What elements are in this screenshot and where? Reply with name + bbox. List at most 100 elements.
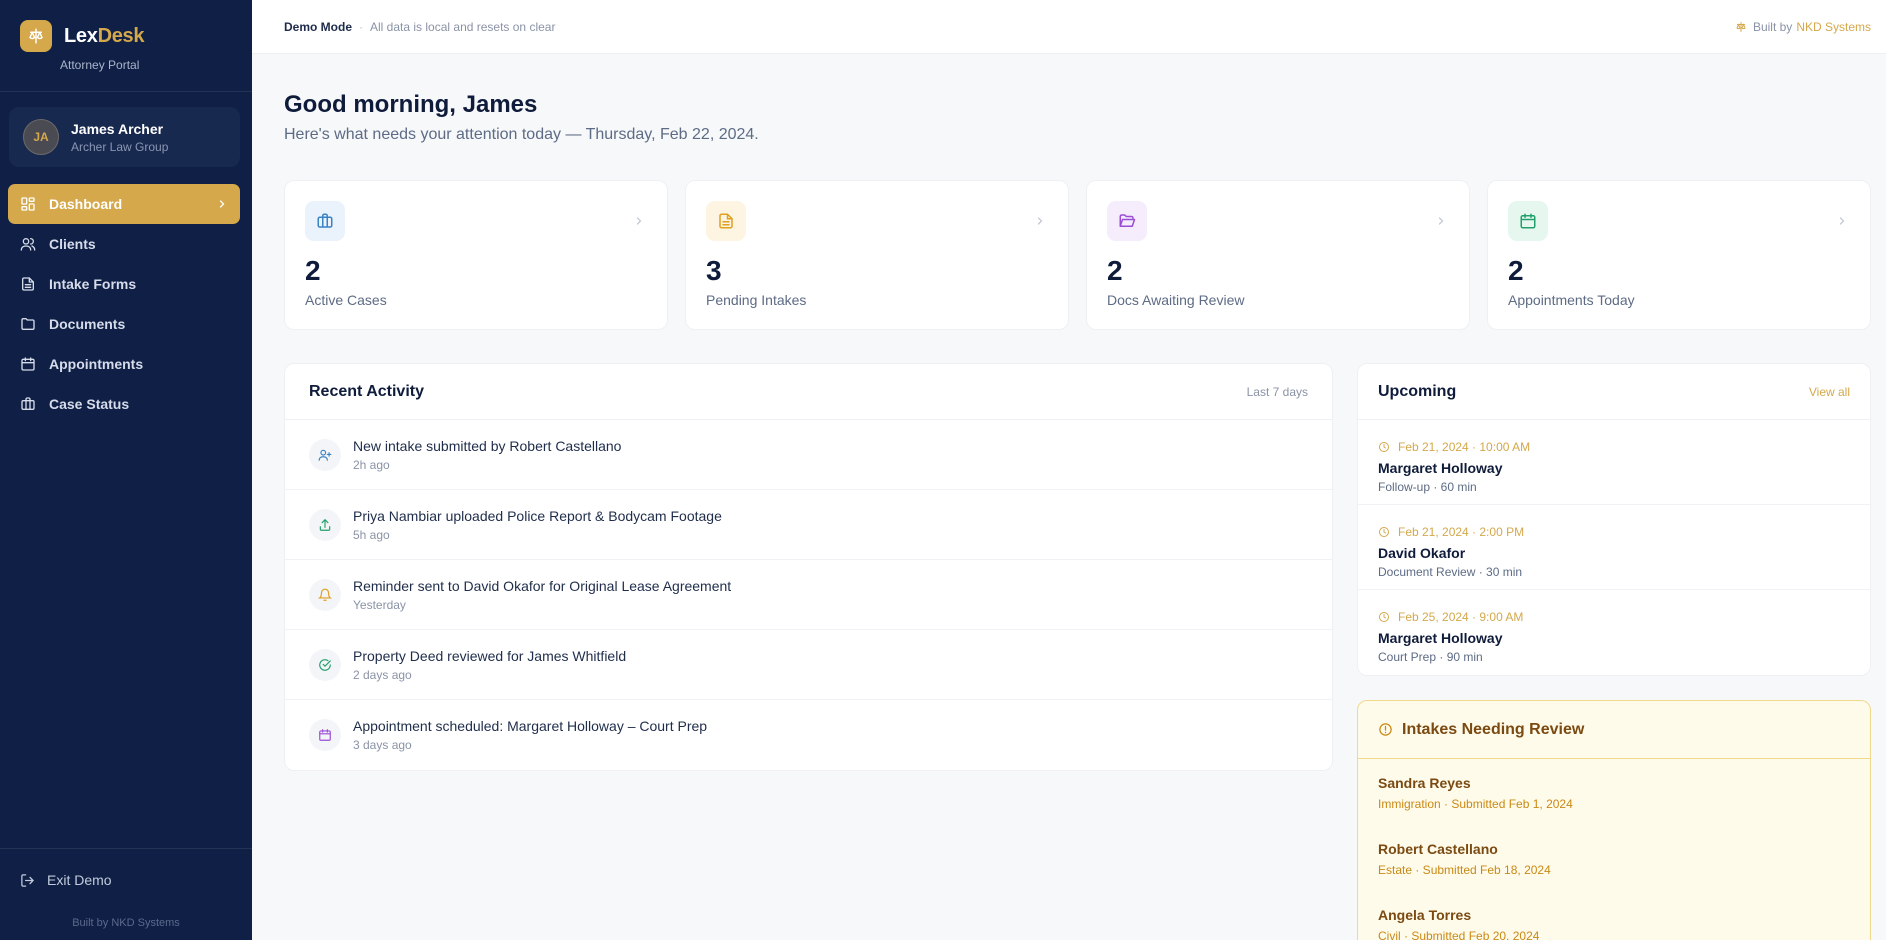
- activity-time: 2h ago: [353, 457, 390, 472]
- sidebar-item-documents[interactable]: Documents: [8, 304, 240, 344]
- activity-text: New intake submitted by Robert Castellan…: [353, 437, 622, 454]
- stat-card-docs-awaiting-review[interactable]: 2 Docs Awaiting Review: [1086, 180, 1470, 330]
- activity-range: Last 7 days: [1246, 384, 1308, 399]
- user-profile[interactable]: JA James Archer Archer Law Group: [9, 107, 240, 167]
- calendar-icon: [309, 719, 341, 751]
- folder-icon: [21, 318, 35, 330]
- stat-value: 2: [1508, 255, 1524, 286]
- list-item[interactable]: Sandra Reyes Immigration · Submitted Feb…: [1358, 759, 1870, 825]
- list-item[interactable]: Property Deed reviewed for James Whitfie…: [285, 630, 1332, 700]
- brand[interactable]: LexDesk: [0, 0, 252, 52]
- appointment-time: Feb 25, 2024 · 9:00 AM: [1398, 610, 1524, 624]
- activity-time: 5h ago: [353, 527, 390, 542]
- sidebar-item-label: Case Status: [49, 396, 130, 412]
- stat-value: 3: [706, 255, 722, 286]
- list-item[interactable]: Priya Nambiar uploaded Police Report & B…: [285, 490, 1332, 560]
- sidebar: LexDesk Attorney Portal JA James Archer …: [0, 0, 252, 940]
- list-item[interactable]: New intake submitted by Robert Castellan…: [285, 420, 1332, 490]
- sidebar-item-intake-forms[interactable]: Intake Forms: [8, 264, 240, 304]
- panel-title: Recent Activity: [309, 382, 424, 400]
- chevron-right-icon: [1438, 217, 1444, 225]
- sidebar-item-label: Appointments: [49, 356, 144, 372]
- exit-demo-label: Exit Demo: [47, 872, 112, 888]
- alert-circle-icon: [1379, 723, 1392, 736]
- stat-card-pending-intakes[interactable]: 3 Pending Intakes: [685, 180, 1069, 330]
- appointment-item[interactable]: Feb 21, 2024 · 2:00 PM David Okafor Docu…: [1358, 505, 1870, 590]
- activity-text: Reminder sent to David Okafor for Origin…: [353, 577, 732, 594]
- sidebar-item-clients[interactable]: Clients: [8, 224, 240, 264]
- scales-icon: [1736, 21, 1746, 32]
- divider: [0, 91, 252, 92]
- page-subtitle: Here's what needs your attention today —…: [284, 126, 759, 143]
- stat-value: 2: [305, 255, 321, 286]
- user-name: James Archer: [71, 120, 164, 137]
- appointment-detail: Document Review · 30 min: [1378, 565, 1523, 579]
- upload-icon: [309, 508, 341, 541]
- sidebar-item-label: Intake Forms: [49, 276, 137, 292]
- built-by-link[interactable]: NKD Systems: [1796, 20, 1871, 34]
- appointment-item[interactable]: Feb 21, 2024 · 10:00 AM Margaret Hollowa…: [1358, 420, 1870, 505]
- appointment-time: Feb 21, 2024 · 10:00 AM: [1398, 440, 1531, 454]
- intake-meta: Estate · Submitted Feb 18, 2024: [1378, 863, 1551, 877]
- clock-icon: [1379, 527, 1389, 537]
- stat-card-appointments-today[interactable]: 2 Appointments Today: [1487, 180, 1871, 330]
- list-item[interactable]: Angela Torres Civil · Submitted Feb 20, …: [1358, 891, 1870, 940]
- list-item[interactable]: Appointment scheduled: Margaret Holloway…: [285, 700, 1332, 770]
- activity-time: 2 days ago: [353, 667, 412, 682]
- file-text-icon: [706, 201, 746, 241]
- appointment-client: Margaret Holloway: [1378, 460, 1503, 476]
- chevron-right-icon: [636, 217, 642, 225]
- appointment-item[interactable]: Feb 25, 2024 · 9:00 AM Margaret Holloway…: [1358, 590, 1870, 675]
- stat-label: Appointments Today: [1508, 292, 1635, 308]
- activity-text: Priya Nambiar uploaded Police Report & B…: [353, 507, 722, 524]
- calendar-icon: [1508, 201, 1548, 241]
- recent-activity-panel: Recent Activity Last 7 days New intake s…: [284, 363, 1333, 771]
- stat-label: Active Cases: [305, 292, 387, 308]
- stat-card-active-cases[interactable]: 2 Active Cases: [284, 180, 668, 330]
- sidebar-item-dashboard[interactable]: Dashboard: [8, 184, 240, 224]
- appointment-time: Feb 21, 2024 · 2:00 PM: [1398, 525, 1525, 539]
- brand-subtitle: Attorney Portal: [60, 58, 140, 72]
- chevron-right-icon: [1037, 217, 1043, 225]
- page-title: Good morning, James: [284, 91, 538, 118]
- stat-label: Pending Intakes: [706, 292, 807, 308]
- layout-dashboard-icon: [21, 197, 35, 211]
- scales-icon: [20, 20, 52, 52]
- intake-meta: Immigration · Submitted Feb 1, 2024: [1378, 797, 1573, 811]
- sidebar-item-label: Dashboard: [49, 196, 123, 212]
- appointment-detail: Follow-up · 60 min: [1378, 480, 1477, 494]
- appointment-client: Margaret Holloway: [1378, 630, 1503, 646]
- list-item[interactable]: Robert Castellano Estate · Submitted Feb…: [1358, 825, 1870, 891]
- sidebar-built-by: Built by NKD Systems: [72, 917, 180, 929]
- sidebar-item-label: Clients: [49, 236, 96, 252]
- briefcase-icon: [305, 201, 345, 241]
- view-all-link[interactable]: View all: [1809, 385, 1850, 399]
- sidebar-item-appointments[interactable]: Appointments: [8, 344, 240, 384]
- built-by-prefix: Built by: [1752, 19, 1793, 34]
- stat-label: Docs Awaiting Review: [1107, 292, 1245, 308]
- folder-open-icon: [1107, 201, 1147, 241]
- log-out-icon: [21, 873, 35, 887]
- stat-value: 2: [1107, 255, 1123, 286]
- activity-time: Yesterday: [353, 597, 406, 612]
- sidebar-nav: Dashboard Clients Intake Forms Documents…: [8, 184, 240, 424]
- appointment-client: David Okafor: [1378, 545, 1466, 561]
- sidebar-item-case-status[interactable]: Case Status: [8, 384, 240, 424]
- avatar: JA: [23, 119, 59, 155]
- demo-mode-label: Demo Mode: [284, 19, 353, 34]
- exit-demo-button[interactable]: Exit Demo: [20, 872, 112, 888]
- panel-title: Upcoming: [1378, 382, 1457, 400]
- built-by: Built by NKD Systems: [1735, 20, 1871, 34]
- list-item[interactable]: Reminder sent to David Okafor for Origin…: [285, 560, 1332, 630]
- briefcase-icon: [21, 397, 35, 410]
- user-firm: Archer Law Group: [71, 139, 169, 154]
- panel-title: Intakes Needing Review: [1402, 720, 1585, 738]
- activity-time: 3 days ago: [353, 738, 412, 752]
- divider: [0, 848, 252, 849]
- appointment-detail: Court Prep · 90 min: [1378, 650, 1483, 664]
- activity-text: Appointment scheduled: Margaret Holloway…: [353, 718, 708, 734]
- intake-meta: Civil · Submitted Feb 20, 2024: [1378, 929, 1540, 940]
- bell-icon: [309, 578, 341, 611]
- clock-icon: [1379, 442, 1389, 452]
- intake-client: Sandra Reyes: [1378, 775, 1471, 791]
